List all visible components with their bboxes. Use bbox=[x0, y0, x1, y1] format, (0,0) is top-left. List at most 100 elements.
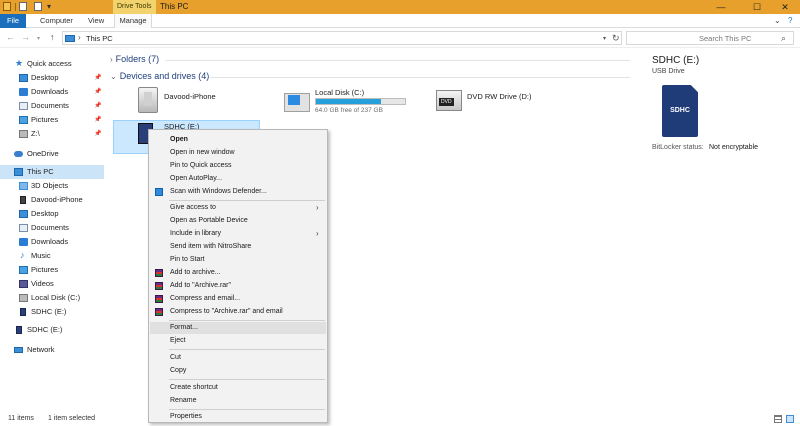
sidebar-item-desktop-2[interactable]: Desktop bbox=[0, 207, 104, 221]
menu-item-pin-quick-access[interactable]: Pin to Quick access bbox=[150, 160, 326, 172]
address-dropdown-icon[interactable]: ▾ bbox=[603, 35, 606, 42]
sidebar-item-sdhc[interactable]: SDHC (E:) bbox=[0, 305, 104, 319]
sidebar-item-this-pc[interactable]: This PC bbox=[0, 165, 104, 179]
menu-item-scan-defender[interactable]: Scan with Windows Defender... bbox=[150, 186, 326, 198]
breadcrumb-this-pc[interactable]: This PC bbox=[86, 34, 113, 43]
dvd-drive-icon[interactable]: DVD bbox=[436, 90, 462, 111]
chevron-down-icon[interactable]: ⌄ bbox=[110, 72, 117, 81]
sidebar-item-label: Downloads bbox=[31, 87, 69, 96]
folders-group-header[interactable]: › Folders (7) bbox=[110, 54, 159, 64]
sidebar-item-pictures[interactable]: Pictures 📌 bbox=[0, 113, 104, 127]
sidebar-item-iphone[interactable]: Davood-iPhone bbox=[0, 193, 104, 207]
sidebar-item-local-disk[interactable]: Local Disk (C:) bbox=[0, 291, 104, 305]
quick-access-separator bbox=[15, 3, 16, 11]
iphone-device-icon[interactable] bbox=[138, 87, 158, 113]
maximize-button[interactable]: ☐ bbox=[742, 0, 772, 14]
breadcrumb-separator[interactable]: › bbox=[78, 33, 81, 42]
search-icon[interactable]: ⌕ bbox=[781, 33, 786, 44]
menu-item-cut[interactable]: Cut bbox=[150, 352, 326, 364]
help-icon[interactable]: ? bbox=[788, 16, 792, 25]
forward-icon[interactable]: → bbox=[21, 32, 30, 42]
sidebar-item-quick-access[interactable]: ★ Quick access bbox=[0, 57, 104, 71]
address-bar[interactable]: › This PC ▾ ↻ bbox=[62, 31, 622, 45]
menu-item-copy[interactable]: Copy bbox=[150, 365, 326, 377]
tab-file[interactable]: File bbox=[0, 14, 26, 28]
menu-item-rename[interactable]: Rename bbox=[150, 395, 326, 407]
menu-separator bbox=[169, 379, 325, 380]
sidebar-item-label: This PC bbox=[27, 167, 54, 176]
folder-icon[interactable] bbox=[3, 2, 11, 11]
document-icon bbox=[19, 102, 28, 110]
sidebar-item-label: Network bbox=[27, 345, 55, 354]
iphone-device-label[interactable]: Davood-iPhone bbox=[164, 92, 216, 101]
menu-item-add-archive[interactable]: Add to archive... bbox=[150, 267, 326, 279]
sidebar-item-documents[interactable]: Documents 📌 bbox=[0, 99, 104, 113]
menu-item-label: Cut bbox=[170, 354, 181, 361]
devices-group-header[interactable]: ⌄ Devices and drives (4) bbox=[110, 71, 209, 81]
sidebar-item-label: Documents bbox=[31, 101, 69, 110]
menu-item-open[interactable]: Open bbox=[150, 134, 326, 146]
menu-item-pin-start[interactable]: Pin to Start bbox=[150, 254, 326, 266]
menu-item-label: Compress to "Archive.rar" and email bbox=[170, 308, 283, 315]
close-button[interactable]: ✕ bbox=[770, 0, 800, 14]
music-icon: ♪ bbox=[20, 250, 25, 260]
details-view-icon[interactable] bbox=[774, 415, 782, 423]
menu-item-add-archive-rar[interactable]: Add to "Archive.rar" bbox=[150, 280, 326, 292]
menu-item-include-library[interactable]: Include in library › bbox=[150, 228, 326, 240]
sidebar-item-onedrive[interactable]: OneDrive bbox=[0, 147, 104, 161]
pin-icon[interactable]: 📌 bbox=[94, 99, 101, 113]
up-icon[interactable]: ↑ bbox=[50, 32, 55, 42]
item-count: 11 items bbox=[8, 415, 34, 422]
menu-item-send-nitroshare[interactable]: Send item with NitroShare bbox=[150, 241, 326, 253]
menu-item-open-portable[interactable]: Open as Portable Device bbox=[150, 215, 326, 227]
menu-item-open-autoplay[interactable]: Open AutoPlay... bbox=[150, 173, 326, 185]
menu-item-compress-email[interactable]: Compress and email... bbox=[150, 293, 326, 305]
expand-ribbon-icon[interactable]: ⌄ bbox=[774, 16, 781, 25]
menu-item-eject[interactable]: Eject bbox=[150, 335, 326, 347]
sidebar-item-desktop[interactable]: Desktop 📌 bbox=[0, 71, 104, 85]
tiles-view-icon[interactable] bbox=[786, 415, 794, 423]
menu-item-label: Open AutoPlay... bbox=[170, 175, 223, 182]
menu-item-label: Pin to Start bbox=[170, 256, 205, 263]
local-disk-label[interactable]: Local Disk (C:) bbox=[315, 88, 364, 97]
sidebar-item-network[interactable]: Network bbox=[0, 343, 104, 357]
sidebar-item-downloads[interactable]: Downloads 📌 bbox=[0, 85, 104, 99]
back-icon[interactable]: ← bbox=[6, 32, 15, 42]
sidebar-item-music[interactable]: ♪ Music bbox=[0, 249, 104, 263]
sidebar-item-sdhc-root[interactable]: SDHC (E:) bbox=[0, 323, 104, 337]
submenu-arrow-icon: › bbox=[316, 229, 319, 238]
sidebar-item-label: Pictures bbox=[31, 265, 59, 274]
local-disk-icon[interactable] bbox=[284, 93, 310, 112]
sidebar-item-videos[interactable]: Videos bbox=[0, 277, 104, 291]
tab-computer[interactable]: Computer bbox=[40, 14, 73, 28]
sidebar-item-3d-objects[interactable]: 3D Objects bbox=[0, 179, 104, 193]
tab-manage[interactable]: Manage bbox=[114, 14, 152, 28]
sidebar-item-documents-2[interactable]: Documents bbox=[0, 221, 104, 235]
minimize-button[interactable]: — bbox=[706, 0, 736, 14]
star-icon: ★ bbox=[15, 58, 24, 68]
customize-toolbar-icon[interactable]: ▾ bbox=[47, 2, 51, 11]
sidebar-item-label: Desktop bbox=[31, 209, 59, 218]
winrar-icon bbox=[155, 269, 163, 277]
properties-icon[interactable] bbox=[19, 2, 27, 11]
new-folder-icon[interactable] bbox=[34, 2, 42, 11]
sidebar-item-downloads-2[interactable]: Downloads bbox=[0, 235, 104, 249]
search-input[interactable]: Search This PC ⌕ bbox=[626, 31, 794, 45]
chevron-right-icon[interactable]: › bbox=[110, 55, 113, 64]
sd-card-label: SDHC bbox=[670, 107, 690, 114]
pin-icon[interactable]: 📌 bbox=[94, 85, 101, 99]
sidebar-item-pictures-2[interactable]: Pictures bbox=[0, 263, 104, 277]
refresh-icon[interactable]: ↻ bbox=[612, 33, 620, 44]
menu-item-open-new-window[interactable]: Open in new window bbox=[150, 147, 326, 159]
pin-icon[interactable]: 📌 bbox=[94, 71, 101, 85]
dvd-drive-label[interactable]: DVD RW Drive (D:) bbox=[467, 92, 531, 101]
tab-view[interactable]: View bbox=[88, 14, 104, 28]
menu-item-compress-rar-email[interactable]: Compress to "Archive.rar" and email bbox=[150, 306, 326, 318]
pin-icon[interactable]: 📌 bbox=[94, 113, 101, 127]
menu-item-format[interactable]: Format... bbox=[150, 322, 326, 334]
menu-item-create-shortcut[interactable]: Create shortcut bbox=[150, 382, 326, 394]
menu-item-give-access[interactable]: Give access to › bbox=[150, 202, 326, 214]
sidebar-item-z-drive[interactable]: Z:\ 📌 bbox=[0, 127, 104, 141]
pin-icon[interactable]: 📌 bbox=[94, 127, 101, 141]
recent-locations-icon[interactable]: ▾ bbox=[37, 35, 40, 42]
